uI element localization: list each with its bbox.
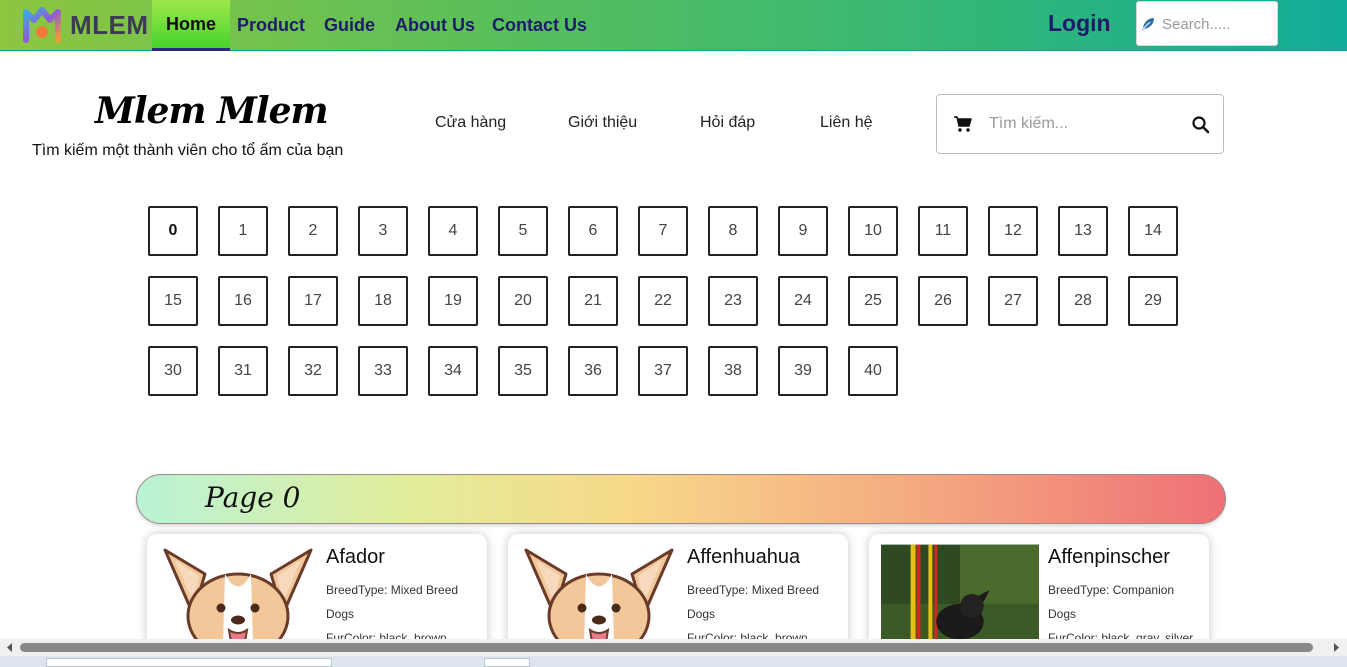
page-button-32[interactable]: 32 bbox=[288, 346, 338, 396]
nav-guide[interactable]: Guide bbox=[310, 0, 389, 51]
menu-lien-he[interactable]: Liên hệ bbox=[820, 114, 873, 132]
brand[interactable]: MLEM bbox=[22, 6, 149, 44]
page-button-15[interactable]: 15 bbox=[148, 276, 198, 326]
shop-tagline: Tìm kiếm một thành viên cho tổ ấm của bạ… bbox=[32, 142, 344, 159]
page-button-22[interactable]: 22 bbox=[638, 276, 688, 326]
horizontal-scrollbar[interactable] bbox=[0, 639, 1347, 656]
shop-title: Mlem Mlem bbox=[95, 90, 329, 132]
page-button-25[interactable]: 25 bbox=[848, 276, 898, 326]
page-button-20[interactable]: 20 bbox=[498, 276, 548, 326]
page-button-19[interactable]: 19 bbox=[428, 276, 478, 326]
page-banner: Page 0 bbox=[136, 474, 1226, 524]
page-button-34[interactable]: 34 bbox=[428, 346, 478, 396]
page-button-8[interactable]: 8 bbox=[708, 206, 758, 256]
page-button-7[interactable]: 7 bbox=[638, 206, 688, 256]
cart-icon[interactable] bbox=[953, 115, 973, 133]
page-button-6[interactable]: 6 bbox=[568, 206, 618, 256]
page-button-30[interactable]: 30 bbox=[148, 346, 198, 396]
corgi-cartoon-image bbox=[163, 548, 313, 644]
product-card[interactable]: Affenpinscher BreedType: Companion Dogs … bbox=[869, 534, 1209, 654]
menu-hoi-dap[interactable]: Hỏi đáp bbox=[700, 114, 755, 132]
page-button-2[interactable]: 2 bbox=[288, 206, 338, 256]
page-button-12[interactable]: 12 bbox=[988, 206, 1038, 256]
corgi-cartoon-image bbox=[524, 548, 674, 644]
card-breed-type: BreedType: Mixed Breed bbox=[687, 583, 820, 597]
shop-search-input[interactable] bbox=[989, 111, 1179, 137]
product-card[interactable]: Afador BreedType: Mixed Breed Dogs FurCo… bbox=[147, 534, 487, 654]
card-breed-type-cont: Dogs bbox=[1048, 607, 1077, 621]
page-button-0[interactable]: 0 bbox=[148, 206, 198, 256]
scroll-right-icon[interactable] bbox=[1331, 642, 1342, 653]
card-name[interactable]: Affenpinscher bbox=[1048, 546, 1170, 569]
page-button-35[interactable]: 35 bbox=[498, 346, 548, 396]
top-search-box bbox=[1136, 1, 1278, 46]
menu-cua-hang[interactable]: Cửa hàng bbox=[435, 114, 506, 132]
page-button-17[interactable]: 17 bbox=[288, 276, 338, 326]
card-breed-type-cont: Dogs bbox=[326, 607, 355, 621]
dog-photo-image bbox=[881, 544, 1039, 644]
card-breed-type: BreedType: Mixed Breed bbox=[326, 583, 459, 597]
page-button-38[interactable]: 38 bbox=[708, 346, 758, 396]
scrollbar-thumb[interactable] bbox=[20, 643, 1313, 652]
card-breed-type: BreedType: Companion bbox=[1048, 583, 1175, 597]
page-button-23[interactable]: 23 bbox=[708, 276, 758, 326]
page-button-4[interactable]: 4 bbox=[428, 206, 478, 256]
nav-product[interactable]: Product bbox=[223, 0, 319, 51]
shop-search-box bbox=[936, 94, 1224, 154]
page-button-9[interactable]: 9 bbox=[778, 206, 828, 256]
card-name[interactable]: Afador bbox=[326, 546, 385, 569]
taskbar-item[interactable] bbox=[46, 658, 332, 667]
search-icon[interactable] bbox=[1191, 115, 1211, 135]
scroll-left-icon[interactable] bbox=[4, 642, 15, 653]
page-button-40[interactable]: 40 bbox=[848, 346, 898, 396]
page-button-21[interactable]: 21 bbox=[568, 276, 618, 326]
page-button-10[interactable]: 10 bbox=[848, 206, 898, 256]
menu-gioi-thieu[interactable]: Giới thiệu bbox=[568, 114, 637, 132]
page-button-33[interactable]: 33 bbox=[358, 346, 408, 396]
product-card[interactable]: Affenhuahua BreedType: Mixed Breed Dogs … bbox=[508, 534, 848, 654]
feather-icon bbox=[1142, 18, 1154, 31]
card-breed-type-cont: Dogs bbox=[687, 607, 716, 621]
page-button-11[interactable]: 11 bbox=[918, 206, 968, 256]
nav-home[interactable]: Home bbox=[152, 0, 231, 51]
page-banner-title: Page 0 bbox=[205, 481, 301, 514]
page-button-29[interactable]: 29 bbox=[1128, 276, 1178, 326]
page-button-28[interactable]: 28 bbox=[1058, 276, 1108, 326]
page-button-39[interactable]: 39 bbox=[778, 346, 828, 396]
taskbar-strip bbox=[0, 656, 1347, 667]
page-button-36[interactable]: 36 bbox=[568, 346, 618, 396]
page-button-3[interactable]: 3 bbox=[358, 206, 408, 256]
page-button-13[interactable]: 13 bbox=[1058, 206, 1108, 256]
page-button-26[interactable]: 26 bbox=[918, 276, 968, 326]
page-button-16[interactable]: 16 bbox=[218, 276, 268, 326]
brand-name: MLEM bbox=[70, 9, 149, 40]
top-navbar: MLEM Home Product Guide About Us Contact… bbox=[0, 0, 1347, 51]
card-name[interactable]: Affenhuahua bbox=[687, 546, 800, 569]
page-button-37[interactable]: 37 bbox=[638, 346, 688, 396]
page-button-27[interactable]: 27 bbox=[988, 276, 1038, 326]
page-button-31[interactable]: 31 bbox=[218, 346, 268, 396]
mlem-logo-icon bbox=[23, 7, 61, 43]
taskbar-item[interactable] bbox=[484, 658, 530, 667]
page-button-14[interactable]: 14 bbox=[1128, 206, 1178, 256]
page-button-24[interactable]: 24 bbox=[778, 276, 828, 326]
page-button-18[interactable]: 18 bbox=[358, 276, 408, 326]
login-link[interactable]: Login bbox=[1048, 10, 1111, 37]
nav-contact-us[interactable]: Contact Us bbox=[478, 0, 601, 51]
page-button-1[interactable]: 1 bbox=[218, 206, 268, 256]
top-search-input[interactable] bbox=[1162, 10, 1272, 38]
nav-about-us[interactable]: About Us bbox=[381, 0, 489, 51]
page-button-5[interactable]: 5 bbox=[498, 206, 548, 256]
